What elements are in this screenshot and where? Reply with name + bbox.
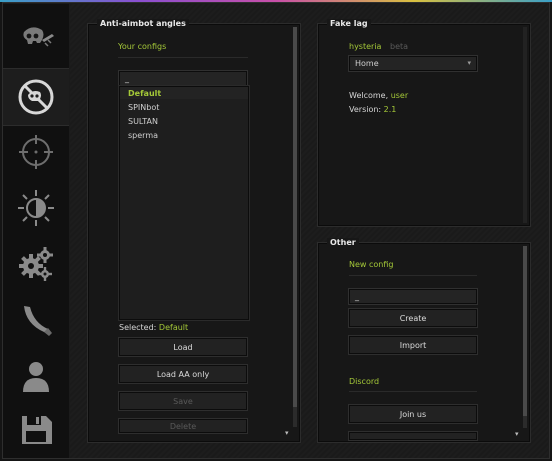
fake-lag-scrollbar[interactable] [523, 27, 527, 223]
brand-suffix: beta [390, 42, 409, 51]
brand-name: hysteria [349, 42, 382, 51]
config-item-sperma[interactable]: sperma [128, 131, 158, 140]
selected-label: Selected: [119, 323, 157, 332]
config-item-default[interactable]: Default [128, 89, 161, 98]
other-scroll-thumb[interactable] [523, 246, 527, 416]
version-value: 2.1 [383, 105, 397, 114]
load-button[interactable]: Load [118, 337, 248, 357]
floppy-disk-icon [22, 416, 52, 444]
version-line: Version: 2.1 [349, 105, 396, 114]
tab-visuals[interactable] [3, 180, 69, 236]
other-groupbox: Other New config _ Create Import Discord… [317, 238, 531, 443]
skull-knife-icon [23, 27, 54, 47]
create-button[interactable]: Create [348, 308, 478, 328]
your-configs-separator [118, 57, 248, 58]
your-configs-label: Your configs [118, 42, 167, 51]
config-search-input[interactable]: _ [118, 70, 248, 87]
sidebar [3, 4, 69, 458]
other-title: Other [327, 238, 359, 247]
other-scrollbar[interactable] [523, 246, 527, 428]
version-label: Version: [349, 105, 382, 114]
tab-players[interactable] [3, 348, 69, 404]
tab-misc[interactable] [3, 236, 69, 292]
crosshair-icon [19, 135, 53, 169]
person-icon [23, 362, 49, 392]
selected-value: Default [158, 323, 189, 332]
config-listbox[interactable]: Default SPINbot SULTAN sperma [118, 85, 250, 321]
welcome-user: user [390, 91, 409, 100]
discord-separator [349, 391, 477, 392]
load-aa-only-button[interactable]: Load AA only [118, 364, 248, 384]
brand-line: hysteria beta [349, 42, 408, 51]
new-config-label: New config [349, 260, 394, 269]
scroll-down-arrow-icon[interactable]: ▾ [285, 429, 289, 437]
home-dropdown[interactable]: Home ▾ [348, 55, 478, 72]
config-item-sultan[interactable]: SULTAN [128, 117, 158, 126]
no-aim-icon [18, 79, 54, 115]
partial-button[interactable] [348, 431, 478, 441]
gears-icon [19, 247, 53, 281]
selected-config-line: Selected: Default [119, 323, 188, 332]
home-dropdown-value: Home [355, 59, 379, 68]
tab-configs[interactable] [3, 402, 69, 458]
tab-ragebot[interactable] [3, 12, 69, 68]
anti-aim-title: Anti-aimbot angles [97, 19, 189, 28]
new-config-input[interactable]: _ [348, 288, 478, 305]
anti-aim-scroll-thumb[interactable] [293, 27, 297, 407]
tab-legit[interactable] [3, 124, 69, 180]
knife-icon [24, 306, 52, 336]
import-button[interactable]: Import [348, 335, 478, 355]
fake-lag-groupbox: Fake lag hysteria beta Home ▾ Welcome, u… [317, 19, 531, 227]
config-item-spinbot[interactable]: SPINbot [128, 103, 159, 112]
fake-lag-title: Fake lag [327, 19, 371, 28]
anti-aim-groupbox: Anti-aimbot angles Your configs _ Defaul… [87, 19, 301, 443]
chevron-down-icon: ▾ [467, 59, 471, 67]
anti-aim-scrollbar[interactable] [293, 27, 297, 427]
other-scroll-down-arrow-icon[interactable]: ▾ [515, 430, 519, 438]
join-us-button[interactable]: Join us [348, 404, 478, 424]
welcome-label: Welcome, [349, 91, 389, 100]
discord-label: Discord [349, 377, 380, 386]
welcome-line: Welcome, user [349, 91, 408, 100]
tab-skins[interactable] [3, 292, 69, 348]
delete-button[interactable]: Delete [118, 418, 248, 434]
tab-anti-aim[interactable] [3, 68, 69, 126]
brightness-icon [18, 190, 54, 226]
new-config-separator [349, 275, 477, 276]
save-button[interactable]: Save [118, 391, 248, 411]
